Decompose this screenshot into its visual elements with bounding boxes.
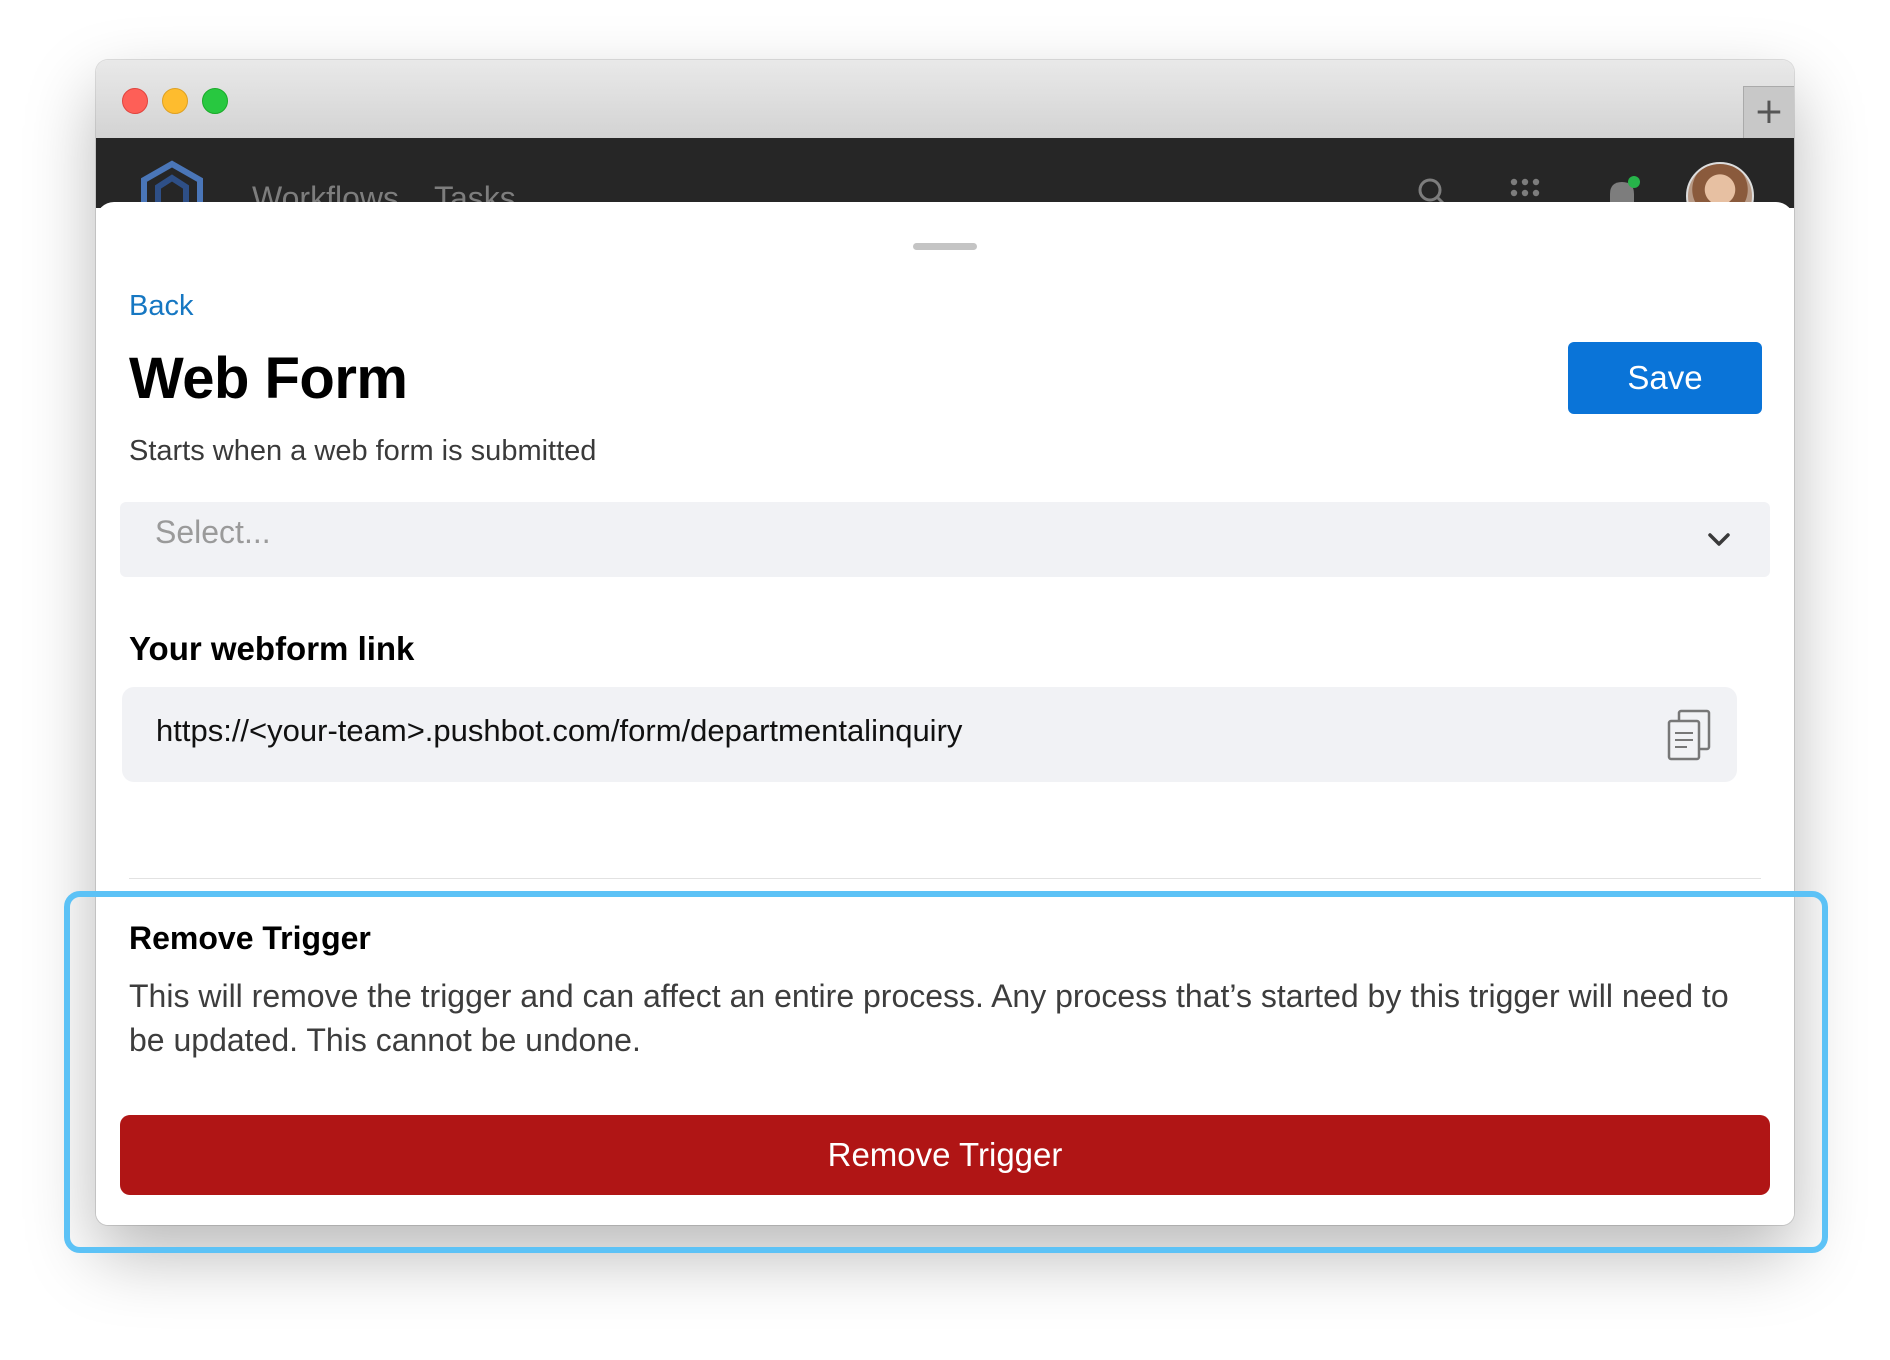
page-title: Web Form [129,346,408,411]
app-navbar: Workflows Tasks [96,138,1794,232]
copy-icon[interactable] [1665,709,1715,761]
form-select-dropdown[interactable]: Select... [120,502,1770,577]
section-divider [129,878,1761,879]
app-window: + Workflows Tasks Back Web Form Save Sta… [96,60,1794,1225]
window-close-button[interactable] [122,88,148,114]
back-link[interactable]: Back [129,290,193,323]
page-subtitle: Starts when a web form is submitted [129,435,597,467]
window-titlebar: + [96,60,1794,139]
remove-trigger-heading: Remove Trigger [129,920,371,956]
window-minimize-button[interactable] [162,88,188,114]
chevron-down-icon [1708,533,1730,546]
sheet-drag-handle[interactable] [913,243,977,250]
select-placeholder: Select... [155,514,271,550]
webform-url[interactable]: https://<your-team>.pushbot.com/form/dep… [156,713,962,749]
save-button[interactable]: Save [1568,342,1762,414]
new-tab-button[interactable]: + [1743,86,1794,139]
remove-trigger-button[interactable]: Remove Trigger [120,1115,1770,1195]
trigger-settings-sheet: Back Web Form Save Starts when a web for… [96,202,1794,1225]
webform-link-field[interactable]: https://<your-team>.pushbot.com/form/dep… [122,687,1737,782]
webform-link-heading: Your webform link [129,630,415,667]
window-maximize-button[interactable] [202,88,228,114]
remove-trigger-description: This will remove the trigger and can aff… [129,978,1729,1058]
